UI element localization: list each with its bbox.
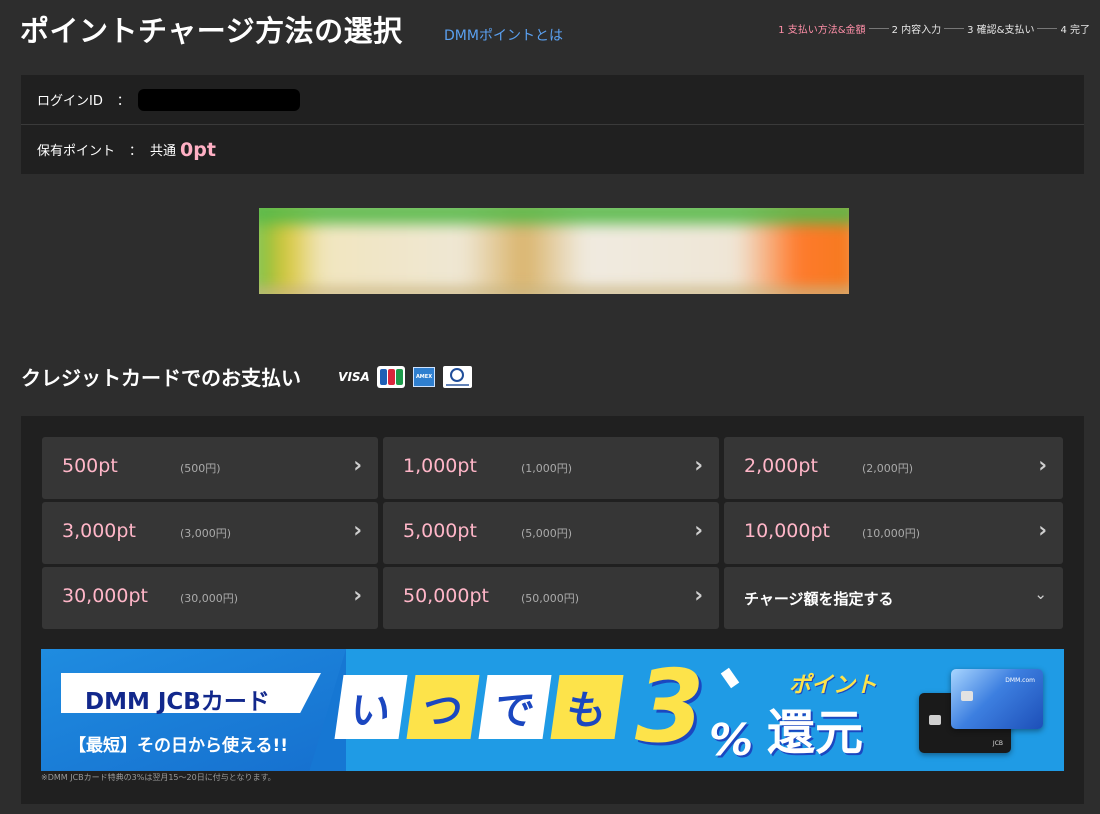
login-id-row: ログインID ：	[21, 75, 1084, 124]
login-id-redacted	[137, 88, 300, 111]
charge-option-30000[interactable]: 30,000pt (30,000円) ›	[42, 567, 378, 629]
option-points: 1,000pt	[403, 455, 477, 477]
chevron-right-icon: ›	[1038, 453, 1047, 477]
diners-bar	[446, 384, 469, 386]
option-points: 3,000pt	[62, 520, 136, 542]
card-chip	[929, 715, 941, 725]
option-yen: (50,000円)	[521, 592, 580, 605]
option-yen: (2,000円)	[862, 462, 914, 475]
charge-option-50000[interactable]: 50,000pt (50,000円) ›	[383, 567, 719, 629]
banner-percent: %	[709, 715, 754, 766]
points-row: 保有ポイント ： 共通 0pt	[21, 124, 1084, 174]
option-points: 10,000pt	[744, 520, 830, 542]
account-info-box: ログインID ： 保有ポイント ： 共通 0pt	[21, 75, 1084, 174]
amex-icon: AMEX	[413, 367, 435, 387]
option-points: 2,000pt	[744, 455, 818, 477]
banner-stripe	[259, 208, 849, 224]
step-connector	[944, 28, 965, 29]
visa-icon: VISA	[338, 370, 370, 384]
card-logo: JCB	[992, 740, 1003, 747]
banner-footnote: ※DMM JCBカード特典の3%は翌月15～20日に付与となります。	[41, 773, 276, 782]
chevron-right-icon: ›	[694, 583, 703, 607]
jcb-blue-stripe	[379, 369, 387, 385]
page-title: ポイントチャージ方法の選択	[20, 14, 403, 48]
banner-subtext: 【最短】その日から使える!!	[69, 736, 288, 756]
step-1: 1 支払い方法&金額	[778, 25, 866, 36]
card-logo: DMM.com	[1005, 677, 1035, 684]
about-dmm-points-link[interactable]: DMMポイントとは	[444, 25, 563, 45]
banner-tile: で	[478, 675, 552, 739]
progress-steps: 1 支払い方法&金額 2 内容入力 3 確認&支払い 4 完了	[778, 21, 1090, 36]
banner-tile: つ	[406, 675, 480, 739]
charge-option-1000[interactable]: 1,000pt (1,000円) ›	[383, 437, 719, 499]
step-3: 3 確認&支払い	[967, 25, 1035, 36]
charge-option-3000[interactable]: 3,000pt (3,000円) ›	[42, 502, 378, 564]
option-points: 30,000pt	[62, 585, 148, 607]
custom-amount-dropdown[interactable]: チャージ額を指定する ⌄	[724, 567, 1063, 629]
login-id-colon: ：	[116, 94, 130, 109]
blue-card-image: DMM.com	[951, 669, 1043, 729]
jcb-green-stripe	[395, 369, 403, 385]
points-prefix: 共通	[150, 144, 177, 159]
chevron-down-icon: ⌄	[1034, 585, 1047, 603]
promo-banner-blurred[interactable]	[259, 208, 849, 294]
charge-option-2000[interactable]: 2,000pt (2,000円) ›	[724, 437, 1063, 499]
charge-option-500[interactable]: 500pt (500円) ›	[42, 437, 378, 499]
option-points: 5,000pt	[403, 520, 477, 542]
chevron-right-icon: ›	[353, 583, 362, 607]
charge-option-5000[interactable]: 5,000pt (5,000円) ›	[383, 502, 719, 564]
chevron-right-icon: ›	[1038, 518, 1047, 542]
option-points: 50,000pt	[403, 585, 489, 607]
points-label: 保有ポイント	[37, 144, 116, 159]
banner-rate: 3	[635, 649, 705, 765]
chevron-right-icon: ›	[353, 453, 362, 477]
points-value: 0pt	[180, 138, 216, 161]
banner-tiles: い つ で も	[334, 675, 624, 739]
banner-stripe	[259, 286, 849, 294]
banner-card-name: DMM JCBカード	[85, 689, 270, 715]
step-4: 4 完了	[1060, 25, 1090, 36]
chevron-right-icon: ›	[694, 453, 703, 477]
diners-club-icon	[443, 366, 472, 388]
points-colon: ：	[129, 144, 143, 159]
banner-tile: い	[334, 675, 408, 739]
card-brand-icons: VISA AMEX	[338, 366, 472, 388]
step-2: 2 内容入力	[891, 25, 942, 36]
option-yen: (10,000円)	[862, 527, 921, 540]
credit-section-title: クレジットカードでのお支払い	[21, 366, 301, 390]
option-yen: (30,000円)	[180, 592, 239, 605]
diners-ring	[450, 368, 464, 382]
chevron-right-icon: ›	[694, 518, 703, 542]
page-header: ポイントチャージ方法の選択 DMMポイントとは 1 支払い方法&金額 2 内容入…	[0, 0, 1100, 60]
banner-tile: も	[550, 675, 624, 739]
charge-amount-grid: 500pt (500円) › 1,000pt (1,000円) › 2,000p…	[42, 437, 1063, 629]
option-yen: (3,000円)	[180, 527, 232, 540]
jcb-red-stripe	[387, 369, 395, 385]
banner-return-word: 還元	[767, 705, 864, 761]
jcb-icon	[377, 366, 405, 388]
step-connector	[868, 28, 889, 29]
sparkle-icon	[720, 667, 740, 689]
card-chip	[961, 691, 973, 701]
credit-options-panel: 500pt (500円) › 1,000pt (1,000円) › 2,000p…	[21, 416, 1084, 804]
custom-amount-label: チャージ額を指定する	[744, 590, 894, 608]
charge-option-10000[interactable]: 10,000pt (10,000円) ›	[724, 502, 1063, 564]
option-yen: (1,000円)	[521, 462, 573, 475]
login-id-label: ログインID	[37, 94, 103, 109]
option-yen: (500円)	[180, 462, 221, 475]
chevron-right-icon: ›	[353, 518, 362, 542]
dmm-jcb-card-banner[interactable]: DMM JCBカード 【最短】その日から使える!! い つ で も 3 % ポイ…	[41, 649, 1064, 771]
option-yen: (5,000円)	[521, 527, 573, 540]
option-points: 500pt	[62, 455, 118, 477]
step-connector	[1037, 28, 1058, 29]
